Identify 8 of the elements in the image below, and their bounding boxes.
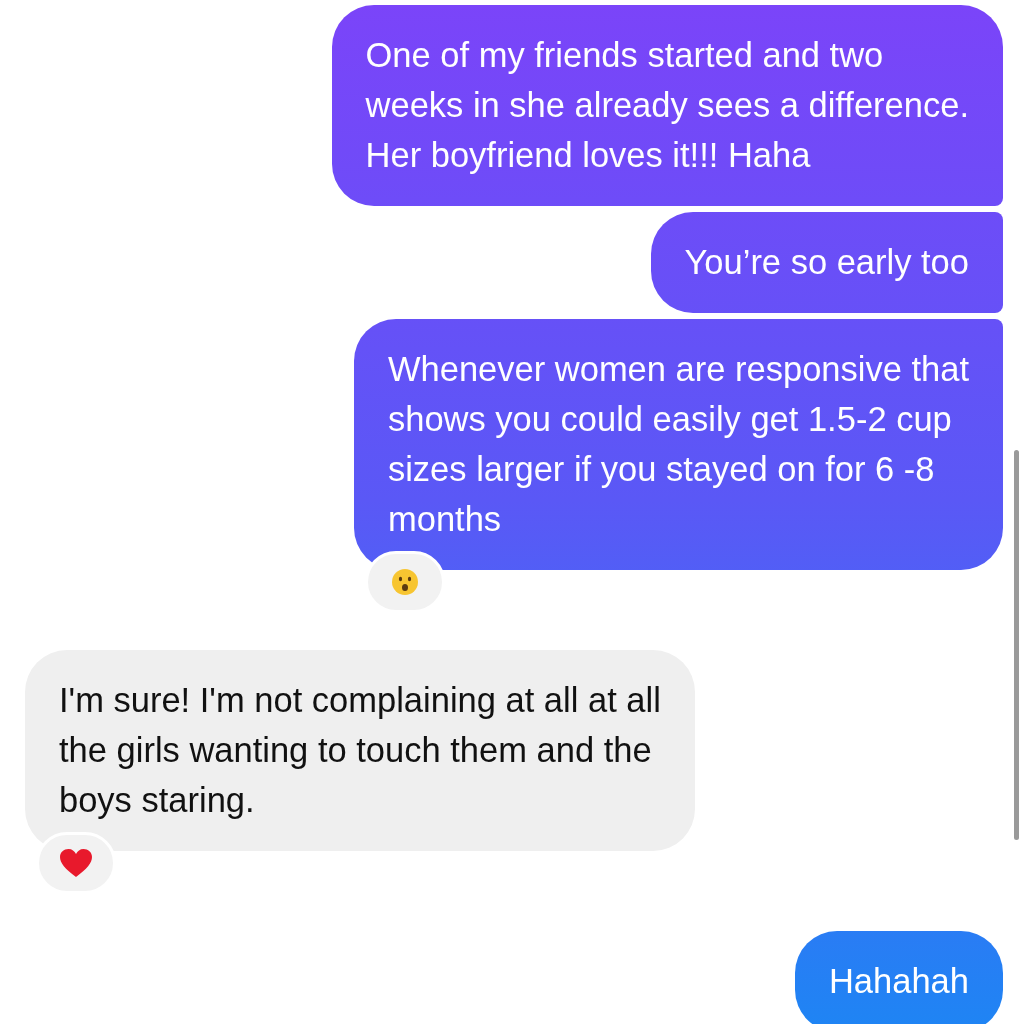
- surprised-face-icon: [390, 568, 419, 596]
- message-bubble: I'm sure! I'm not complaining at all at all the girls wanting to touch them and the boys staring.: [25, 650, 695, 851]
- message-bubble: You’re so early too: [650, 212, 1003, 313]
- message-bubble: Whenever women are responsive that shows you could easily get 1.5-2 cup sizes larger if you stayed on for 6 -8 months: [353, 319, 1003, 570]
- message-bubble: Hahahah: [794, 931, 1003, 1024]
- heart-icon: [59, 848, 93, 878]
- scrollbar[interactable]: [1014, 450, 1019, 840]
- message-bubble: One of my friends started and two weeks in she already sees a difference. Her boyfriend loves it!!! Haha: [331, 5, 1003, 206]
